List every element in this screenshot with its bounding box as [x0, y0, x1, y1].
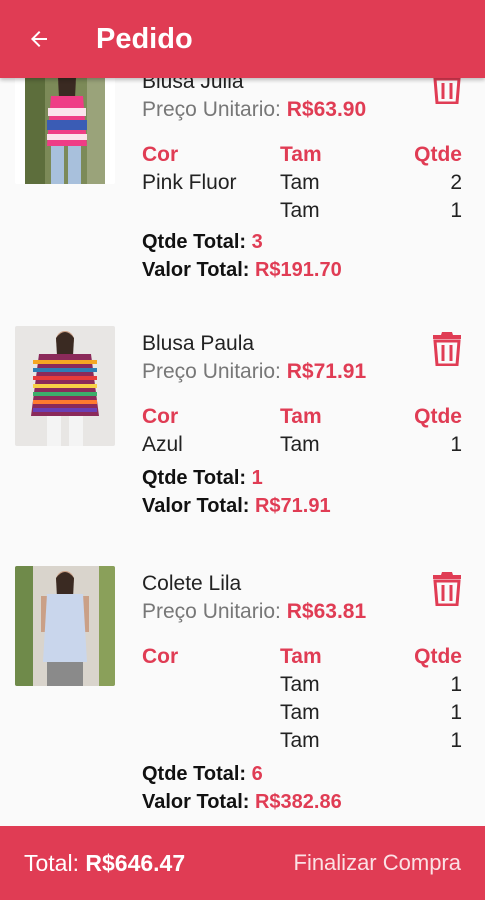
col-color-header: Cor: [142, 405, 179, 428]
product-image: [15, 566, 115, 686]
variant-table: Cor Tam Qtde Tam 1 Tam 1 Tam 1: [142, 643, 462, 755]
table-row: Pink Fluor Tam 2: [142, 169, 462, 197]
col-size-header: Tam: [280, 405, 322, 428]
order-list[interactable]: Blusa Julia Preço Unitario: R$63.90 Cor …: [0, 78, 485, 826]
qty-total: Qtde Total: 3: [142, 231, 263, 253]
trash-icon: [433, 332, 461, 367]
back-button[interactable]: [24, 24, 54, 54]
variant-size: Tam: [280, 701, 320, 724]
table-row: Tam 1: [142, 699, 462, 727]
order-item: Blusa Paula Preço Unitario: R$71.91 Cor …: [0, 326, 485, 566]
product-image: [15, 326, 115, 446]
variant-color: Azul: [142, 433, 183, 456]
variant-qty: 1: [450, 199, 462, 222]
variant-table: Cor Tam Qtde Pink Fluor Tam 2 Tam 1: [142, 141, 462, 225]
col-color-header: Cor: [142, 143, 179, 166]
table-row: Tam 1: [142, 671, 462, 699]
col-qty-header: Qtde: [414, 143, 462, 166]
unit-price: Preço Unitario: R$71.91: [142, 360, 367, 383]
trash-icon: [433, 78, 461, 105]
variant-size: Tam: [280, 729, 320, 752]
table-row: Tam 1: [142, 197, 462, 225]
col-qty-header: Qtde: [414, 405, 462, 428]
delete-item-button[interactable]: [432, 330, 462, 367]
table-header: Cor Tam Qtde: [142, 141, 462, 169]
table-header: Cor Tam Qtde: [142, 403, 462, 431]
order-item: Colete Lila Preço Unitario: R$63.81 Cor …: [0, 566, 485, 826]
value-total: Valor Total: R$382.86: [142, 791, 342, 813]
table-row: Tam 1: [142, 727, 462, 755]
unit-price: Preço Unitario: R$63.81: [142, 600, 367, 623]
product-name: Blusa Paula: [142, 332, 255, 355]
order-total: Total: R$646.47: [24, 849, 186, 876]
col-color-header: Cor: [142, 645, 179, 668]
variant-table: Cor Tam Qtde Azul Tam 1: [142, 403, 462, 459]
variant-qty: 1: [450, 729, 462, 752]
app-bar: Pedido: [0, 0, 485, 78]
unit-price: Preço Unitario: R$63.90: [142, 98, 367, 121]
variant-qty: 2: [450, 171, 462, 194]
delete-item-button[interactable]: [432, 570, 462, 607]
value-total: Valor Total: R$71.91: [142, 495, 331, 517]
variant-size: Tam: [280, 433, 320, 456]
page-title: Pedido: [96, 22, 193, 55]
variant-color: Pink Fluor: [142, 171, 237, 194]
arrow-back-icon: [31, 31, 47, 47]
variant-qty: 1: [450, 701, 462, 724]
col-qty-header: Qtde: [414, 645, 462, 668]
variant-size: Tam: [280, 171, 320, 194]
finalize-purchase-button[interactable]: Finalizar Compra: [294, 850, 462, 876]
checkout-bar: Total: R$646.47 Finalizar Compra: [0, 826, 485, 900]
table-header: Cor Tam Qtde: [142, 643, 462, 671]
variant-qty: 1: [450, 433, 462, 456]
col-size-header: Tam: [280, 645, 322, 668]
variant-size: Tam: [280, 199, 320, 222]
qty-total: Qtde Total: 6: [142, 763, 263, 785]
col-size-header: Tam: [280, 143, 322, 166]
trash-icon: [433, 572, 461, 607]
table-row: Azul Tam 1: [142, 431, 462, 459]
qty-total: Qtde Total: 1: [142, 467, 263, 489]
delete-item-button[interactable]: [432, 78, 462, 105]
variant-size: Tam: [280, 673, 320, 696]
product-name: Colete Lila: [142, 572, 242, 595]
order-item: Blusa Julia Preço Unitario: R$63.90 Cor …: [0, 78, 485, 326]
variant-qty: 1: [450, 673, 462, 696]
value-total: Valor Total: R$191.70: [142, 259, 342, 281]
product-name: Blusa Julia: [142, 78, 244, 93]
product-image: [15, 78, 115, 184]
